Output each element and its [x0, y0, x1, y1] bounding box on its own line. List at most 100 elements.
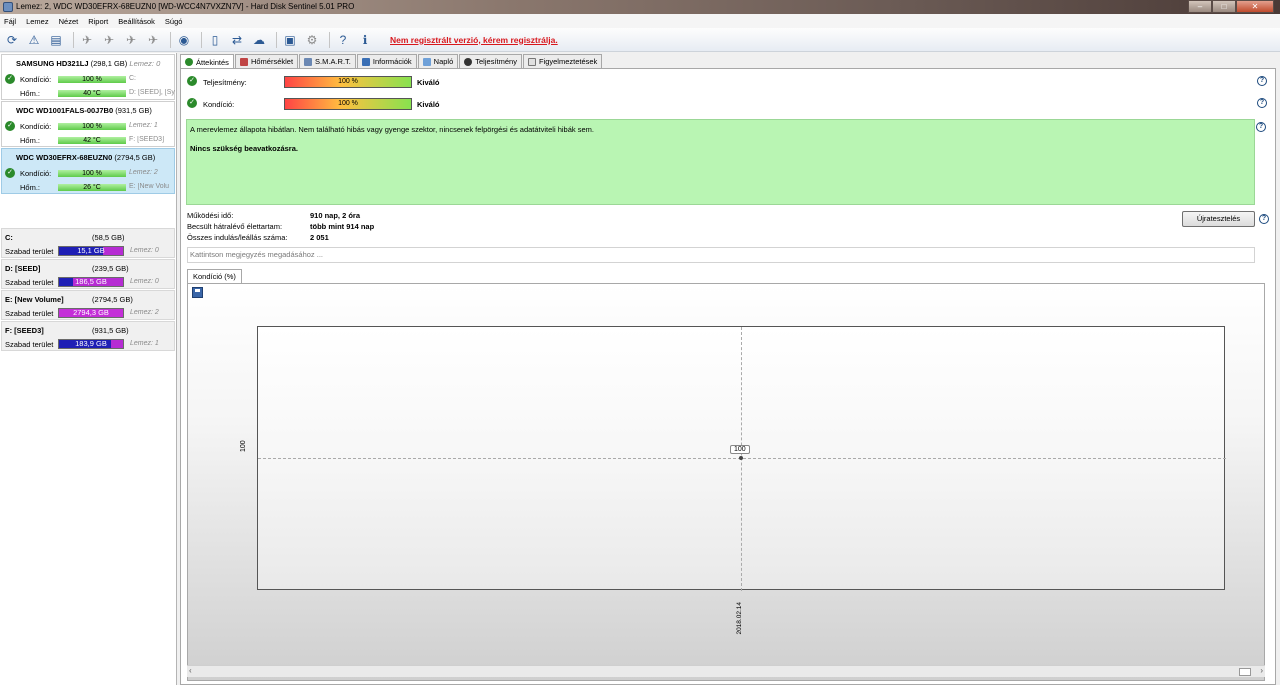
check-icon: ✓	[5, 121, 15, 131]
performance-status: Kiváló	[417, 78, 440, 87]
disk-name: WDC WD1001FALS-00J7B0	[16, 106, 114, 115]
disk-item-selected[interactable]: WDC WD30EFRX-68EUZN0 (2794,5 GB) ✓ Kondí…	[1, 148, 175, 194]
performance-label: Teljesítmény:	[203, 78, 247, 87]
satellite-icon[interactable]: ✈	[122, 31, 140, 49]
scroll-left-icon[interactable]: ‹	[189, 666, 192, 675]
help-icon[interactable]: ?	[1259, 214, 1269, 224]
volume-item[interactable]: F: [SEED3] (931,5 GB) Szabad terület 183…	[1, 321, 175, 351]
free-space-bar: 186,5 GB	[58, 277, 124, 287]
check-icon: ✓	[5, 168, 15, 178]
tab-overview[interactable]: Áttekintés	[180, 54, 234, 69]
benchmark-icon[interactable]: ▣	[281, 31, 299, 49]
free-space-value: 2794,3 GB	[73, 308, 109, 317]
performance-row: ✓ Teljesítmény: 100 % Kiváló ?	[187, 76, 1267, 88]
cloud-icon[interactable]: ☁	[250, 31, 268, 49]
check-icon: ✓	[5, 74, 15, 84]
uptime-label: Működési idő:	[187, 211, 234, 220]
toolbar-separator	[201, 31, 202, 48]
menu-file[interactable]: Fájl	[4, 17, 16, 26]
warning-icon[interactable]: ⚠	[25, 31, 43, 49]
disk-index: Lemez: 1	[129, 122, 158, 129]
disk-name: SAMSUNG HD321LJ	[16, 59, 89, 68]
tab-label: S.M.A.R.T.	[315, 57, 351, 66]
disk-item[interactable]: WDC WD1001FALS-00J7B0 (931,5 GB) ✓ Kondí…	[1, 101, 175, 147]
disk-name: WDC WD30EFRX-68EUZN0	[16, 153, 113, 162]
tab-label: Hőmérséklet	[250, 57, 294, 66]
report-icon[interactable]: ▤	[47, 31, 65, 49]
document-icon[interactable]: ▯	[206, 31, 224, 49]
info-icon	[361, 57, 370, 66]
data-point-label: 100	[730, 445, 750, 454]
uptime-value: 910 nap, 2 óra	[310, 211, 361, 220]
volume-disk-note: Lemez: 0	[130, 247, 159, 254]
tab-alerts[interactable]: Figyelmeztetések	[522, 54, 603, 68]
menu-help[interactable]: Súgó	[165, 17, 183, 26]
volume-item[interactable]: C: (58,5 GB) Szabad terület 15,1 GB Leme…	[1, 228, 175, 258]
data-point	[739, 456, 743, 460]
free-space-bar: 15,1 GB	[58, 246, 124, 256]
condition-status: Kiváló	[417, 100, 440, 109]
tab-performance[interactable]: Teljesítmény	[459, 54, 522, 68]
volume-disk-note: Lemez: 2	[130, 309, 159, 316]
disk-item[interactable]: SAMSUNG HD321LJ (298,1 GB) Lemez: 0 ✓ Ko…	[1, 54, 175, 100]
retest-button[interactable]: Újratesztelés	[1182, 211, 1255, 227]
satellite-icon[interactable]: ✈	[78, 31, 96, 49]
disk-size: (931,5 GB)	[115, 106, 152, 115]
disk-size: (298,1 GB)	[90, 59, 128, 68]
satellite-icon[interactable]: ✈	[144, 31, 162, 49]
tab-temperature[interactable]: Hőmérséklet	[234, 54, 299, 68]
free-space-label: Szabad terület	[5, 340, 54, 349]
window-title: Lemez: 2, WDC WD30EFRX-68EUZN0 [WD-WCC4N…	[16, 2, 355, 11]
tab-log[interactable]: Napló	[417, 54, 459, 68]
partition-info: C:	[129, 75, 136, 82]
disk-size: (2794,5 GB)	[114, 153, 156, 162]
scroll-right-icon[interactable]: ›	[1260, 666, 1263, 675]
menu-disk[interactable]: Lemez	[26, 17, 49, 26]
condition-bar: 100 %	[58, 76, 126, 83]
volume-size: (2794,5 GB)	[92, 295, 133, 304]
temperature-label: Hőm.:	[20, 89, 41, 98]
menu-report[interactable]: Riport	[88, 17, 108, 26]
tab-condition-chart[interactable]: Kondíció (%)	[187, 269, 242, 283]
satellite-icon[interactable]: ✈	[100, 31, 118, 49]
note-input[interactable]: Kattintson megjegyzés megadásához ...	[187, 247, 1255, 263]
minimize-button[interactable]: –	[1188, 0, 1212, 13]
horizontal-scrollbar[interactable]: ‹ ›	[187, 665, 1265, 677]
recommendation-text: Nincs szükség beavatkozásra.	[190, 144, 298, 153]
overview-panel: ✓ Teljesítmény: 100 % Kiváló ? ✓ Kondíci…	[180, 68, 1276, 685]
disk-index: Lemez: 2	[129, 169, 158, 176]
tab-bar: Áttekintés Hőmérséklet S.M.A.R.T. Inform…	[180, 54, 603, 69]
status-text: A merevlemez állapota hibátlan. Nem talá…	[190, 125, 594, 134]
tab-smart[interactable]: S.M.A.R.T.	[299, 54, 356, 68]
help-icon[interactable]: ?	[1256, 122, 1266, 132]
condition-label: Kondíció:	[20, 169, 52, 178]
save-icon[interactable]	[192, 287, 203, 298]
condition-label: Kondíció:	[20, 122, 52, 131]
tab-label: Teljesítmény	[475, 57, 517, 66]
globe-icon[interactable]: ◉	[175, 31, 193, 49]
maximize-button[interactable]: □	[1212, 0, 1236, 13]
menu-view[interactable]: Nézet	[59, 17, 79, 26]
sync-icon[interactable]: ⇄	[228, 31, 246, 49]
help-icon[interactable]: ?	[1257, 76, 1267, 86]
close-button[interactable]: ✕	[1236, 0, 1274, 13]
volume-item[interactable]: D: [SEED] (239,5 GB) Szabad terület 186,…	[1, 259, 175, 289]
status-description: A merevlemez állapota hibátlan. Nem talá…	[186, 119, 1266, 205]
help-icon[interactable]: ?	[334, 31, 352, 49]
disk-note: Lemez: 0	[129, 59, 161, 68]
toolbar-separator	[73, 31, 74, 48]
info-icon[interactable]: ℹ	[356, 31, 374, 49]
gauge-icon	[464, 57, 473, 66]
volume-size: (239,5 GB)	[92, 264, 129, 273]
menu-settings[interactable]: Beállítások	[118, 17, 155, 26]
help-icon[interactable]: ?	[1257, 98, 1267, 108]
remaining-life-label: Becsült hátralévő élettartam:	[187, 222, 283, 231]
refresh-icon[interactable]: ⟳	[3, 31, 21, 49]
volume-item[interactable]: E: [New Volume] (2794,5 GB) Szabad terül…	[1, 290, 175, 320]
condition-bar: 100 %	[58, 170, 126, 177]
settings-icon[interactable]: ⚙	[303, 31, 321, 49]
scroll-thumb[interactable]	[1239, 668, 1251, 676]
tab-information[interactable]: Információk	[356, 54, 417, 68]
smart-icon	[304, 57, 313, 66]
register-link[interactable]: Nem regisztrált verzió, kérem regisztrál…	[390, 35, 558, 45]
